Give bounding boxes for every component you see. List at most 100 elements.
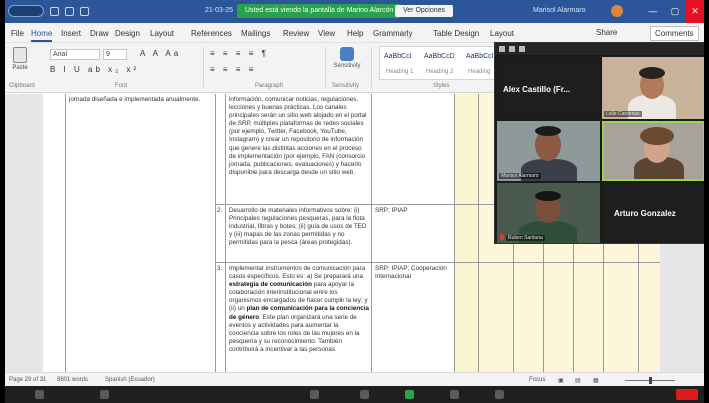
video-icon[interactable] [100,390,109,399]
participants-icon[interactable] [310,390,319,399]
account-name[interactable]: Marisol Alarmaro [533,7,586,14]
video-tile[interactable]: Arturo Gonzalez [602,183,704,243]
font-name-dropdown[interactable]: Arial [50,49,100,60]
tab-table-layout[interactable]: Layout [490,29,514,38]
table-cell-text: Desarrollo de materiales informativos so… [229,207,367,247]
video-tile[interactable]: Alex Castillo (Fr... [497,57,600,119]
video-tile-active-speaker[interactable] [602,121,704,181]
tab-table-design[interactable]: Table Design [433,29,479,38]
row-number: 3. [217,265,223,272]
tab-design[interactable]: Design [115,29,140,38]
styles-gallery[interactable]: AaBbCcI AaBbCcD AaBbCcI Heading 1 Headin… [379,46,501,80]
video-tile[interactable]: Leila Cardenas [602,57,704,119]
paragraph-buttons-row-2[interactable]: ≡ ≡ ≡ ≡ [210,65,256,74]
view-icon[interactable] [499,46,505,52]
participant-label: Marisol Alarmaro [499,173,541,179]
tab-help[interactable]: Help [347,29,363,38]
avatar[interactable] [611,5,623,17]
chat-icon[interactable] [360,390,369,399]
page-count[interactable]: Page 29 of 31 [9,377,46,383]
mute-icon[interactable] [35,390,44,399]
tab-insert[interactable]: Insert [61,29,81,38]
minimize-icon[interactable] [509,46,515,52]
record-icon[interactable] [450,390,459,399]
table-cell-text: información, comunicar noticias, regulac… [229,96,367,176]
group-label-font: Font [115,83,128,89]
redo-icon[interactable] [80,6,89,16]
style-normal[interactable]: AaBbCcI [384,53,412,60]
expand-icon[interactable] [519,46,525,52]
sensitivity-button[interactable]: Sensitivity [330,47,364,69]
tab-draw[interactable]: Draw [90,29,109,38]
table-cell-responsible: SRP; IPIAP [375,207,408,214]
comments-button[interactable]: Comments [650,26,699,41]
paste-button[interactable]: Paste [9,47,31,77]
participant-video [535,126,561,136]
sensitivity-icon [340,47,354,61]
participant-video [640,127,674,145]
save-icon[interactable] [50,6,59,16]
tab-grammarly[interactable]: Grammarly [373,29,413,38]
tab-references[interactable]: References [191,29,232,38]
participant-label: Ruben Santana [506,235,545,241]
language-indicator[interactable]: Spanish (Ecuador) [105,377,155,383]
font-size-dropdown[interactable]: 9 [103,49,127,60]
tab-file[interactable]: File [11,29,24,38]
paragraph-buttons-row-1[interactable]: ≡ ≡ ≡ ≡ ¶ [210,49,269,58]
tab-home[interactable]: Home [31,29,53,42]
leave-button[interactable] [676,389,698,400]
ribbon-divider [203,47,204,87]
style-name: Heading 1 [386,69,414,75]
font-format-buttons[interactable]: B I U ab x₂ x² [50,65,139,74]
word-window: 21-03-25 Usted está viendo la pantalla d… [5,0,704,403]
web-layout-icon[interactable]: ▦ [593,377,599,384]
style-name: Heading [468,69,491,75]
tab-view[interactable]: View [318,29,335,38]
table-border [454,94,455,372]
meeting-toolbar [5,386,704,403]
table-border [215,94,216,372]
table-column-highlight [454,94,478,372]
view-options-button[interactable]: Ver Opciones [395,5,454,17]
close-icon[interactable]: ✕ [686,0,704,23]
zoom-slider-thumb[interactable] [649,377,652,384]
status-bar: Page 29 of 31 8801 words Spanish (Ecuado… [5,372,704,386]
quick-access-toolbar [8,5,89,17]
autosave-toggle[interactable] [8,5,44,17]
minimize-icon[interactable]: — [642,0,664,23]
share-screen-icon[interactable] [405,390,414,399]
group-label-paragraph: Paragraph [255,83,284,89]
tab-mailings[interactable]: Mailings [241,29,270,38]
maximize-icon[interactable]: ▢ [664,0,686,23]
focus-button[interactable]: Focus [529,377,545,383]
video-tile[interactable]: Ruben Santana [497,183,600,243]
undo-icon[interactable] [65,6,74,16]
zoom-video-panel[interactable]: Alex Castillo (Fr... Leila Cardenas Mari… [494,42,704,244]
print-layout-icon[interactable]: ▤ [575,377,581,384]
window-controls: — ▢ ✕ [642,0,704,23]
table-cell-responsible: SRP; IPIAP; Cooperación Internacional [375,265,447,281]
ribbon-tabs: File Home Insert Draw Design Layout Refe… [5,23,704,43]
share-button[interactable]: Share [596,28,617,37]
read-mode-icon[interactable]: ▣ [558,377,564,384]
screen-share-banner: Usted está viendo la pantalla de Marino … [237,4,402,18]
style-heading[interactable]: AaBbCcI [466,53,494,60]
document-title: 21-03-25 [205,7,234,14]
group-label-styles: Styles [433,83,450,89]
ribbon-divider [371,47,372,87]
table-border [225,94,226,372]
style-name: Heading 2 [426,69,454,75]
reactions-icon[interactable] [495,390,504,399]
zoom-slider[interactable] [625,377,675,384]
tab-layout[interactable]: Layout [150,29,174,38]
table-border [371,94,372,372]
tab-review[interactable]: Review [283,29,309,38]
zoom-panel-toolbar [495,43,704,55]
style-no-spacing[interactable]: AaBbCcD [424,53,455,60]
font-size-buttons[interactable]: A A Aa [140,49,181,58]
video-tile[interactable]: Marisol Alarmaro [497,121,600,181]
row-number: 2. [217,207,223,214]
group-label-clipboard: Clipboard [9,83,35,89]
table-row-border [215,262,660,263]
word-count[interactable]: 8801 words [57,377,88,383]
